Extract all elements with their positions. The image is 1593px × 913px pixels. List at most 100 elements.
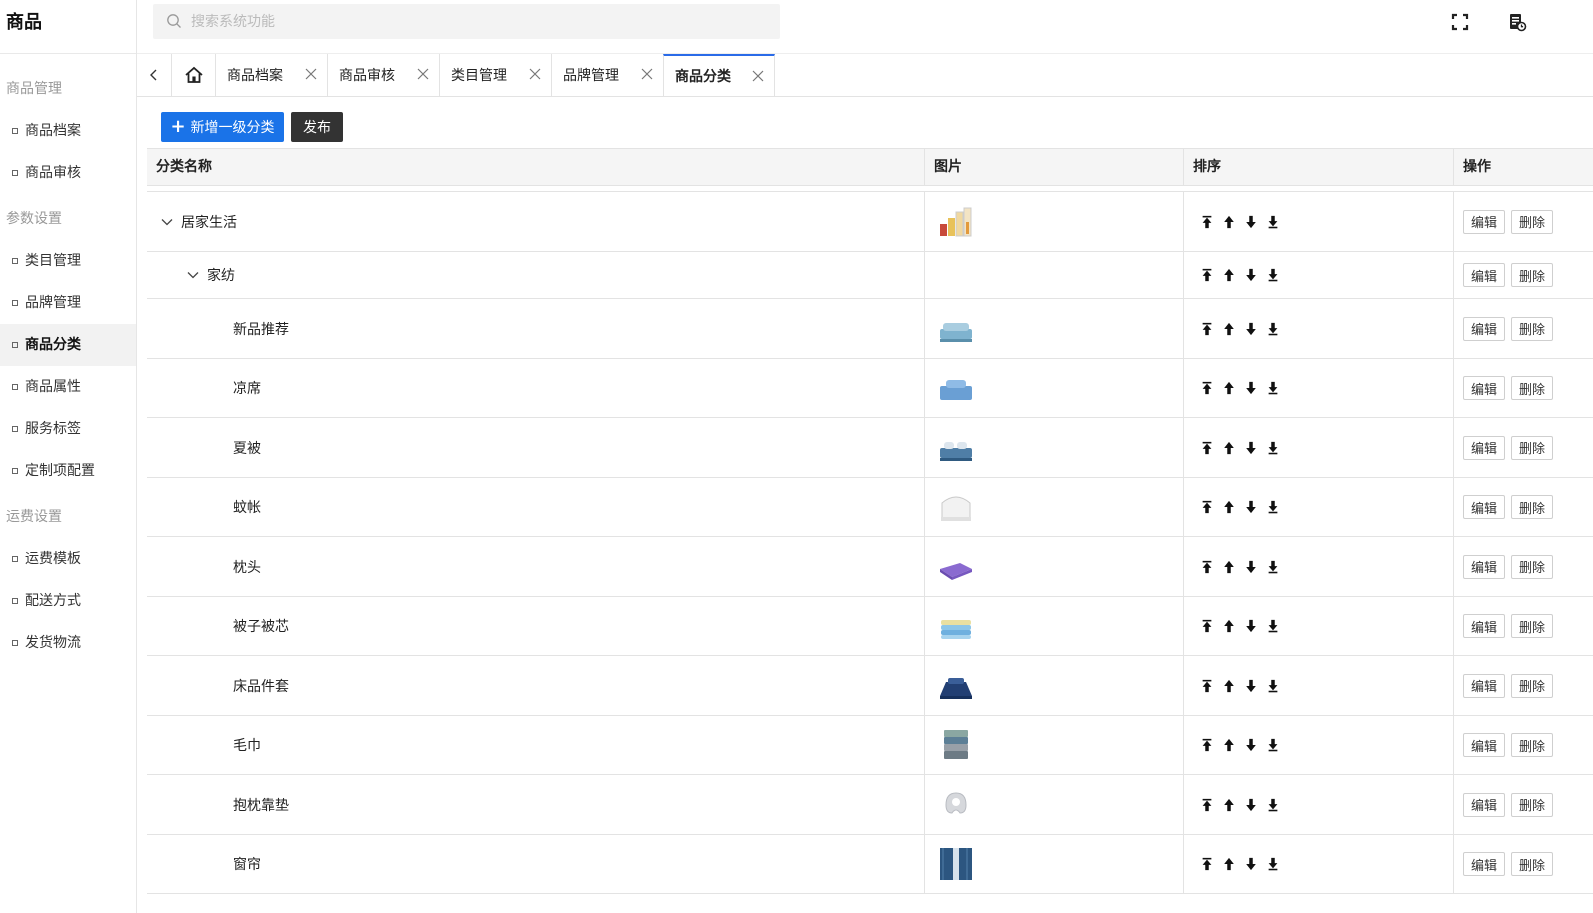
tab[interactable]: 品牌管理: [551, 54, 663, 96]
delete-button[interactable]: 删除: [1511, 792, 1554, 817]
edit-button[interactable]: 编辑: [1463, 554, 1506, 579]
delete-button[interactable]: 删除: [1511, 614, 1554, 638]
move-bottom-button[interactable]: [1262, 265, 1284, 285]
sidebar-item[interactable]: 品牌管理: [0, 282, 136, 324]
edit-button[interactable]: 编辑: [1463, 733, 1506, 757]
edit-button[interactable]: 编辑: [1463, 495, 1506, 519]
tab[interactable]: 商品审核: [327, 54, 439, 96]
move-top-button[interactable]: [1196, 854, 1218, 874]
tabs-back-button[interactable]: [137, 54, 171, 96]
close-icon[interactable]: [529, 68, 541, 80]
move-down-button[interactable]: [1240, 735, 1262, 755]
delete-button[interactable]: 删除: [1511, 554, 1554, 579]
delete-button[interactable]: 删除: [1511, 209, 1554, 234]
sidebar-item[interactable]: 类目管理: [0, 240, 136, 282]
move-up-button[interactable]: [1218, 795, 1240, 815]
report-icon[interactable]: [1507, 12, 1527, 32]
move-top-button[interactable]: [1196, 497, 1218, 517]
move-bottom-button[interactable]: [1262, 378, 1284, 398]
search-input[interactable]: [191, 4, 751, 39]
move-bottom-button[interactable]: [1262, 616, 1284, 636]
fullscreen-icon[interactable]: [1450, 12, 1470, 32]
move-top-button[interactable]: [1196, 212, 1218, 232]
chevron-down-icon[interactable]: [186, 268, 200, 282]
move-up-button[interactable]: [1218, 557, 1240, 577]
move-bottom-button[interactable]: [1262, 212, 1284, 232]
move-up-button[interactable]: [1218, 212, 1240, 232]
tab-home[interactable]: [171, 54, 215, 96]
move-top-button[interactable]: [1196, 438, 1218, 458]
move-up-button[interactable]: [1218, 265, 1240, 285]
move-down-button[interactable]: [1240, 378, 1262, 398]
tab[interactable]: 商品分类: [663, 54, 775, 96]
delete-button[interactable]: 删除: [1511, 852, 1554, 876]
move-down-button[interactable]: [1240, 854, 1262, 874]
move-top-button[interactable]: [1196, 795, 1218, 815]
move-down-button[interactable]: [1240, 319, 1262, 339]
sidebar-item[interactable]: 定制项配置: [0, 450, 136, 492]
edit-button[interactable]: 编辑: [1463, 435, 1506, 460]
move-up-button[interactable]: [1218, 676, 1240, 696]
edit-button[interactable]: 编辑: [1463, 792, 1506, 817]
sidebar-item[interactable]: 商品分类: [0, 324, 136, 366]
sidebar-item[interactable]: 商品档案: [0, 110, 136, 152]
delete-button[interactable]: 删除: [1511, 263, 1554, 287]
move-bottom-button[interactable]: [1262, 438, 1284, 458]
move-up-button[interactable]: [1218, 497, 1240, 517]
move-top-button[interactable]: [1196, 676, 1218, 696]
move-top-button[interactable]: [1196, 735, 1218, 755]
sidebar-item[interactable]: 运费模板: [0, 538, 136, 580]
sidebar-item[interactable]: 商品审核: [0, 152, 136, 194]
tab[interactable]: 商品档案: [215, 54, 327, 96]
move-down-button[interactable]: [1240, 676, 1262, 696]
move-top-button[interactable]: [1196, 557, 1218, 577]
edit-button[interactable]: 编辑: [1463, 376, 1506, 400]
tab[interactable]: 类目管理: [439, 54, 551, 96]
move-top-button[interactable]: [1196, 616, 1218, 636]
move-bottom-button[interactable]: [1262, 319, 1284, 339]
edit-button[interactable]: 编辑: [1463, 209, 1506, 234]
move-up-button[interactable]: [1218, 854, 1240, 874]
edit-button[interactable]: 编辑: [1463, 673, 1506, 698]
edit-button[interactable]: 编辑: [1463, 263, 1506, 287]
move-down-button[interactable]: [1240, 795, 1262, 815]
close-icon[interactable]: [417, 68, 429, 80]
publish-button[interactable]: 发布: [291, 112, 343, 142]
delete-button[interactable]: 删除: [1511, 435, 1554, 460]
close-icon[interactable]: [641, 68, 653, 80]
move-up-button[interactable]: [1218, 378, 1240, 398]
sidebar-item[interactable]: 发货物流: [0, 622, 136, 664]
delete-button[interactable]: 删除: [1511, 316, 1554, 341]
delete-button[interactable]: 删除: [1511, 673, 1554, 698]
move-up-button[interactable]: [1218, 438, 1240, 458]
sidebar-item[interactable]: 配送方式: [0, 580, 136, 622]
add-top-category-button[interactable]: + 新增一级分类: [161, 112, 284, 142]
delete-button[interactable]: 删除: [1511, 733, 1554, 757]
move-down-button[interactable]: [1240, 616, 1262, 636]
move-down-button[interactable]: [1240, 497, 1262, 517]
move-bottom-button[interactable]: [1262, 497, 1284, 517]
move-bottom-button[interactable]: [1262, 676, 1284, 696]
move-top-button[interactable]: [1196, 378, 1218, 398]
chevron-down-icon[interactable]: [160, 215, 174, 229]
move-down-button[interactable]: [1240, 212, 1262, 232]
edit-button[interactable]: 编辑: [1463, 316, 1506, 341]
sidebar-item[interactable]: 服务标签: [0, 408, 136, 450]
move-bottom-button[interactable]: [1262, 854, 1284, 874]
close-icon[interactable]: [305, 68, 317, 80]
edit-button[interactable]: 编辑: [1463, 852, 1506, 876]
move-down-button[interactable]: [1240, 265, 1262, 285]
move-bottom-button[interactable]: [1262, 795, 1284, 815]
move-up-button[interactable]: [1218, 616, 1240, 636]
move-down-button[interactable]: [1240, 438, 1262, 458]
move-top-button[interactable]: [1196, 265, 1218, 285]
close-icon[interactable]: [752, 70, 764, 82]
move-up-button[interactable]: [1218, 319, 1240, 339]
delete-button[interactable]: 删除: [1511, 495, 1554, 519]
move-up-button[interactable]: [1218, 735, 1240, 755]
delete-button[interactable]: 删除: [1511, 376, 1554, 400]
move-bottom-button[interactable]: [1262, 557, 1284, 577]
move-bottom-button[interactable]: [1262, 735, 1284, 755]
edit-button[interactable]: 编辑: [1463, 614, 1506, 638]
move-top-button[interactable]: [1196, 319, 1218, 339]
